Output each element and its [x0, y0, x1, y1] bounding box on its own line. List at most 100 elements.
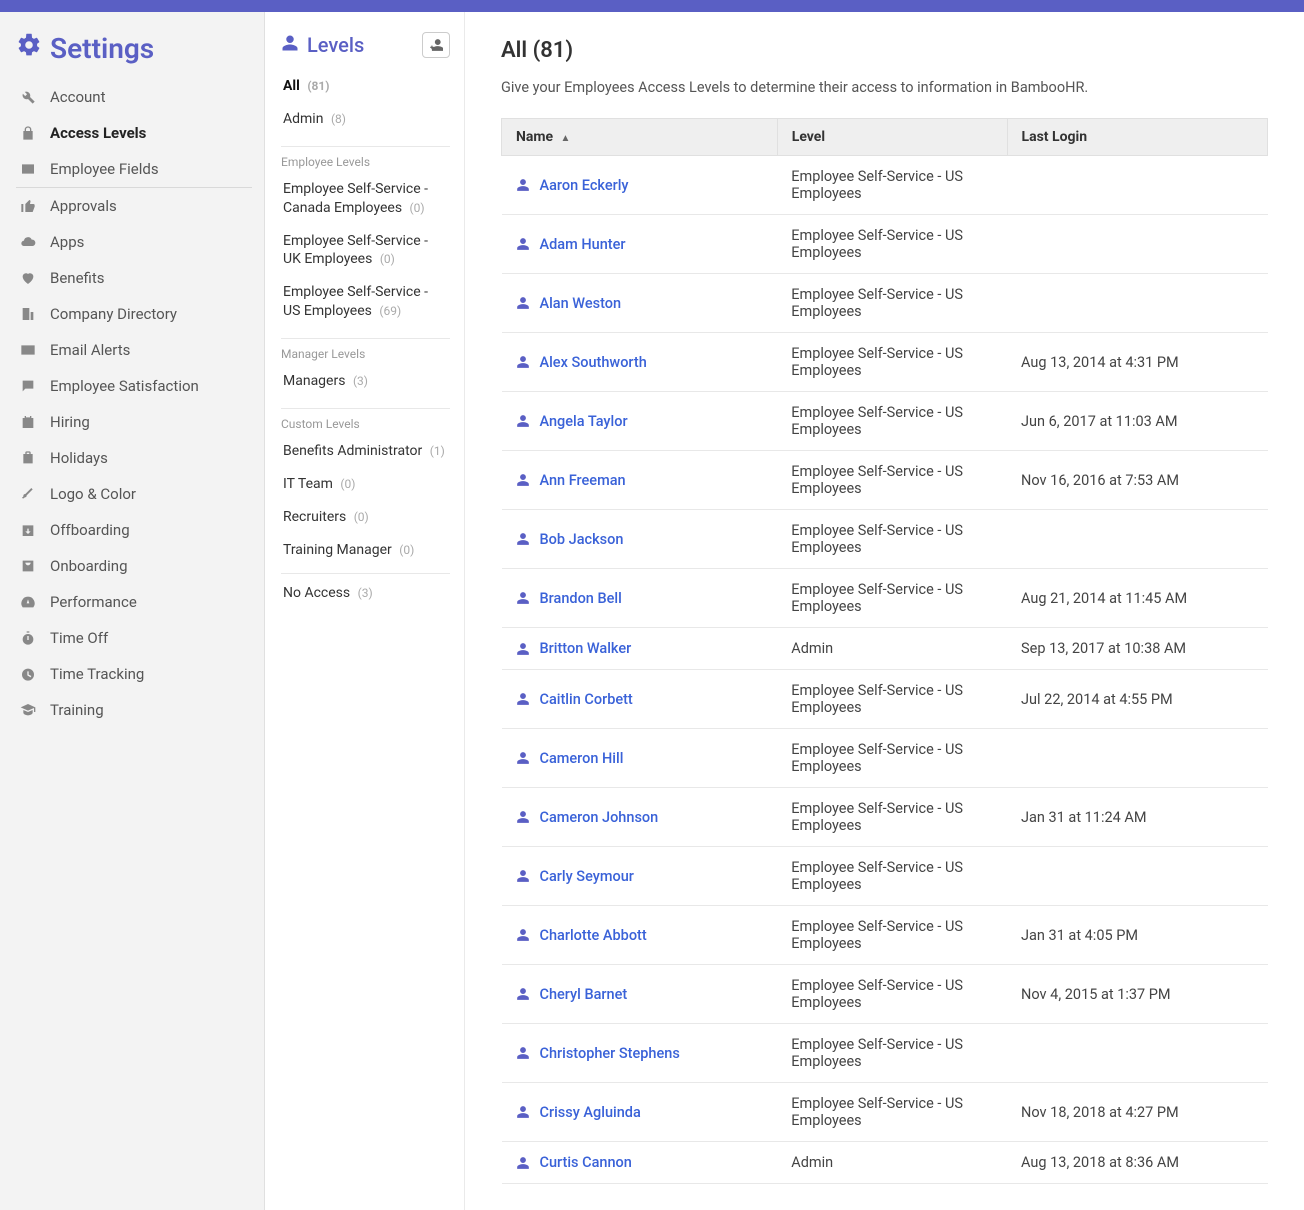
employee-link[interactable]: Adam Hunter	[540, 236, 626, 253]
timer-icon	[18, 665, 38, 683]
sidebar-item-training[interactable]: Training	[16, 692, 252, 728]
employee-link[interactable]: Cheryl Barnet	[540, 986, 628, 1003]
add-level-button[interactable]	[422, 32, 450, 58]
person-icon	[516, 810, 530, 824]
level-item-benefits-administrator[interactable]: Benefits Administrator (1)	[281, 435, 450, 468]
employee-link[interactable]: Bob Jackson	[540, 531, 624, 548]
person-icon	[516, 1105, 530, 1119]
levels-title: Levels	[281, 33, 364, 57]
person-icon	[516, 692, 530, 706]
level-item-training-manager[interactable]: Training Manager (0)	[281, 534, 450, 567]
column-header-last-login[interactable]: Last Login	[1007, 119, 1267, 156]
cell-level: Admin	[777, 628, 1007, 670]
level-item-no-access[interactable]: No Access (3)	[281, 573, 450, 610]
levels-section-title: Manager Levels	[281, 338, 450, 365]
heart-icon	[18, 269, 38, 287]
sidebar-item-account[interactable]: Account	[16, 79, 252, 115]
sidebar-item-employee-satisfaction[interactable]: Employee Satisfaction	[16, 368, 252, 404]
cell-level: Employee Self-Service - US Employees	[777, 847, 1007, 906]
cell-name: Cameron Hill	[502, 729, 778, 788]
cell-name: Ann Freeman	[502, 451, 778, 510]
person-icon	[516, 355, 530, 369]
levels-section-list: Benefits Administrator (1)IT Team (0)Rec…	[281, 435, 450, 567]
sidebar-item-hiring[interactable]: Hiring	[16, 404, 252, 440]
employee-link[interactable]: Alan Weston	[540, 295, 622, 312]
sidebar-item-benefits[interactable]: Benefits	[16, 260, 252, 296]
employee-link[interactable]: Carly Seymour	[540, 868, 634, 885]
employee-link[interactable]: Curtis Cannon	[540, 1154, 632, 1171]
employee-link[interactable]: Christopher Stephens	[540, 1045, 680, 1062]
level-item-count: (69)	[379, 304, 401, 318]
level-item-label: Benefits Administrator	[283, 443, 422, 459]
sidebar-item-company-directory[interactable]: Company Directory	[16, 296, 252, 332]
employee-link[interactable]: Charlotte Abbott	[540, 927, 647, 944]
employee-link[interactable]: Alex Southworth	[540, 354, 647, 371]
employee-link[interactable]: Brandon Bell	[540, 590, 622, 607]
column-header-name[interactable]: Name ▲	[502, 119, 778, 156]
sidebar-item-access-levels[interactable]: Access Levels	[16, 115, 252, 151]
sidebar-item-employee-fields[interactable]: Employee Fields	[16, 151, 252, 187]
level-item-count: (3)	[358, 586, 373, 600]
person-icon	[516, 1156, 530, 1170]
level-item-managers[interactable]: Managers (3)	[281, 365, 450, 398]
person-icon	[516, 987, 530, 1001]
cell-level: Employee Self-Service - US Employees	[777, 215, 1007, 274]
cell-last-login: Jan 31 at 11:24 AM	[1007, 788, 1267, 847]
sidebar-item-time-tracking[interactable]: Time Tracking	[16, 656, 252, 692]
level-item-it-team[interactable]: IT Team (0)	[281, 468, 450, 501]
cell-name: Caitlin Corbett	[502, 670, 778, 729]
level-item-recruiters[interactable]: Recruiters (0)	[281, 501, 450, 534]
level-item-count: (8)	[331, 112, 346, 126]
sidebar-item-label: Hiring	[50, 413, 90, 431]
sidebar-item-approvals[interactable]: Approvals	[16, 187, 252, 224]
sidebar-item-label: Employee Fields	[50, 160, 159, 178]
level-item-count: (0)	[399, 543, 414, 557]
sidebar-item-performance[interactable]: Performance	[16, 584, 252, 620]
cell-level: Employee Self-Service - US Employees	[777, 1024, 1007, 1083]
person-icon	[516, 869, 530, 883]
sidebar-item-onboarding[interactable]: Onboarding	[16, 548, 252, 584]
add-person-icon	[429, 37, 443, 53]
person-icon	[516, 296, 530, 310]
table-row: Brandon BellEmployee Self-Service - US E…	[502, 569, 1268, 628]
sidebar-item-holidays[interactable]: Holidays	[16, 440, 252, 476]
cell-name: Cheryl Barnet	[502, 965, 778, 1024]
column-header-level[interactable]: Level	[777, 119, 1007, 156]
level-item-admin[interactable]: Admin (8)	[281, 103, 450, 136]
employee-link[interactable]: Angela Taylor	[540, 413, 628, 430]
sidebar-item-email-alerts[interactable]: Email Alerts	[16, 332, 252, 368]
level-item-all[interactable]: All (81)	[281, 70, 450, 103]
sidebar-item-apps[interactable]: Apps	[16, 224, 252, 260]
level-item-employee-self-service-canada-employees[interactable]: Employee Self-Service - Canada Employees…	[281, 173, 450, 225]
sort-ascending-icon: ▲	[561, 133, 571, 144]
level-item-employee-self-service-us-employees[interactable]: Employee Self-Service - US Employees (69…	[281, 276, 450, 328]
level-item-count: (0)	[354, 510, 369, 524]
person-icon	[516, 414, 530, 428]
employee-link[interactable]: Britton Walker	[540, 640, 632, 657]
employee-link[interactable]: Cameron Hill	[540, 750, 624, 767]
employee-link[interactable]: Caitlin Corbett	[540, 691, 633, 708]
level-item-count: (0)	[380, 252, 395, 266]
person-icon	[516, 751, 530, 765]
stopwatch-icon	[18, 629, 38, 647]
sidebar-item-label: Account	[50, 88, 106, 106]
employee-link[interactable]: Crissy Agluinda	[540, 1104, 641, 1121]
employee-link[interactable]: Cameron Johnson	[540, 809, 659, 826]
levels-section-list: Managers (3)	[281, 365, 450, 398]
levels-title-text: Levels	[307, 33, 364, 57]
cell-last-login: Jan 31 at 4:05 PM	[1007, 906, 1267, 965]
cell-name: Alex Southworth	[502, 333, 778, 392]
employee-link[interactable]: Ann Freeman	[540, 472, 626, 489]
employee-link[interactable]: Aaron Eckerly	[540, 177, 629, 194]
levels-section-list: Employee Self-Service - Canada Employees…	[281, 173, 450, 328]
levels-section-title: Employee Levels	[281, 146, 450, 173]
sidebar-item-logo-color[interactable]: Logo & Color	[16, 476, 252, 512]
cell-last-login: Aug 13, 2014 at 4:31 PM	[1007, 333, 1267, 392]
level-item-employee-self-service-uk-employees[interactable]: Employee Self-Service - UK Employees (0)	[281, 225, 450, 277]
sidebar-item-label: Employee Satisfaction	[50, 377, 199, 395]
person-icon	[516, 1046, 530, 1060]
table-row: Bob JacksonEmployee Self-Service - US Em…	[502, 510, 1268, 569]
sidebar-item-time-off[interactable]: Time Off	[16, 620, 252, 656]
badge-icon	[18, 557, 38, 575]
sidebar-item-offboarding[interactable]: Offboarding	[16, 512, 252, 548]
